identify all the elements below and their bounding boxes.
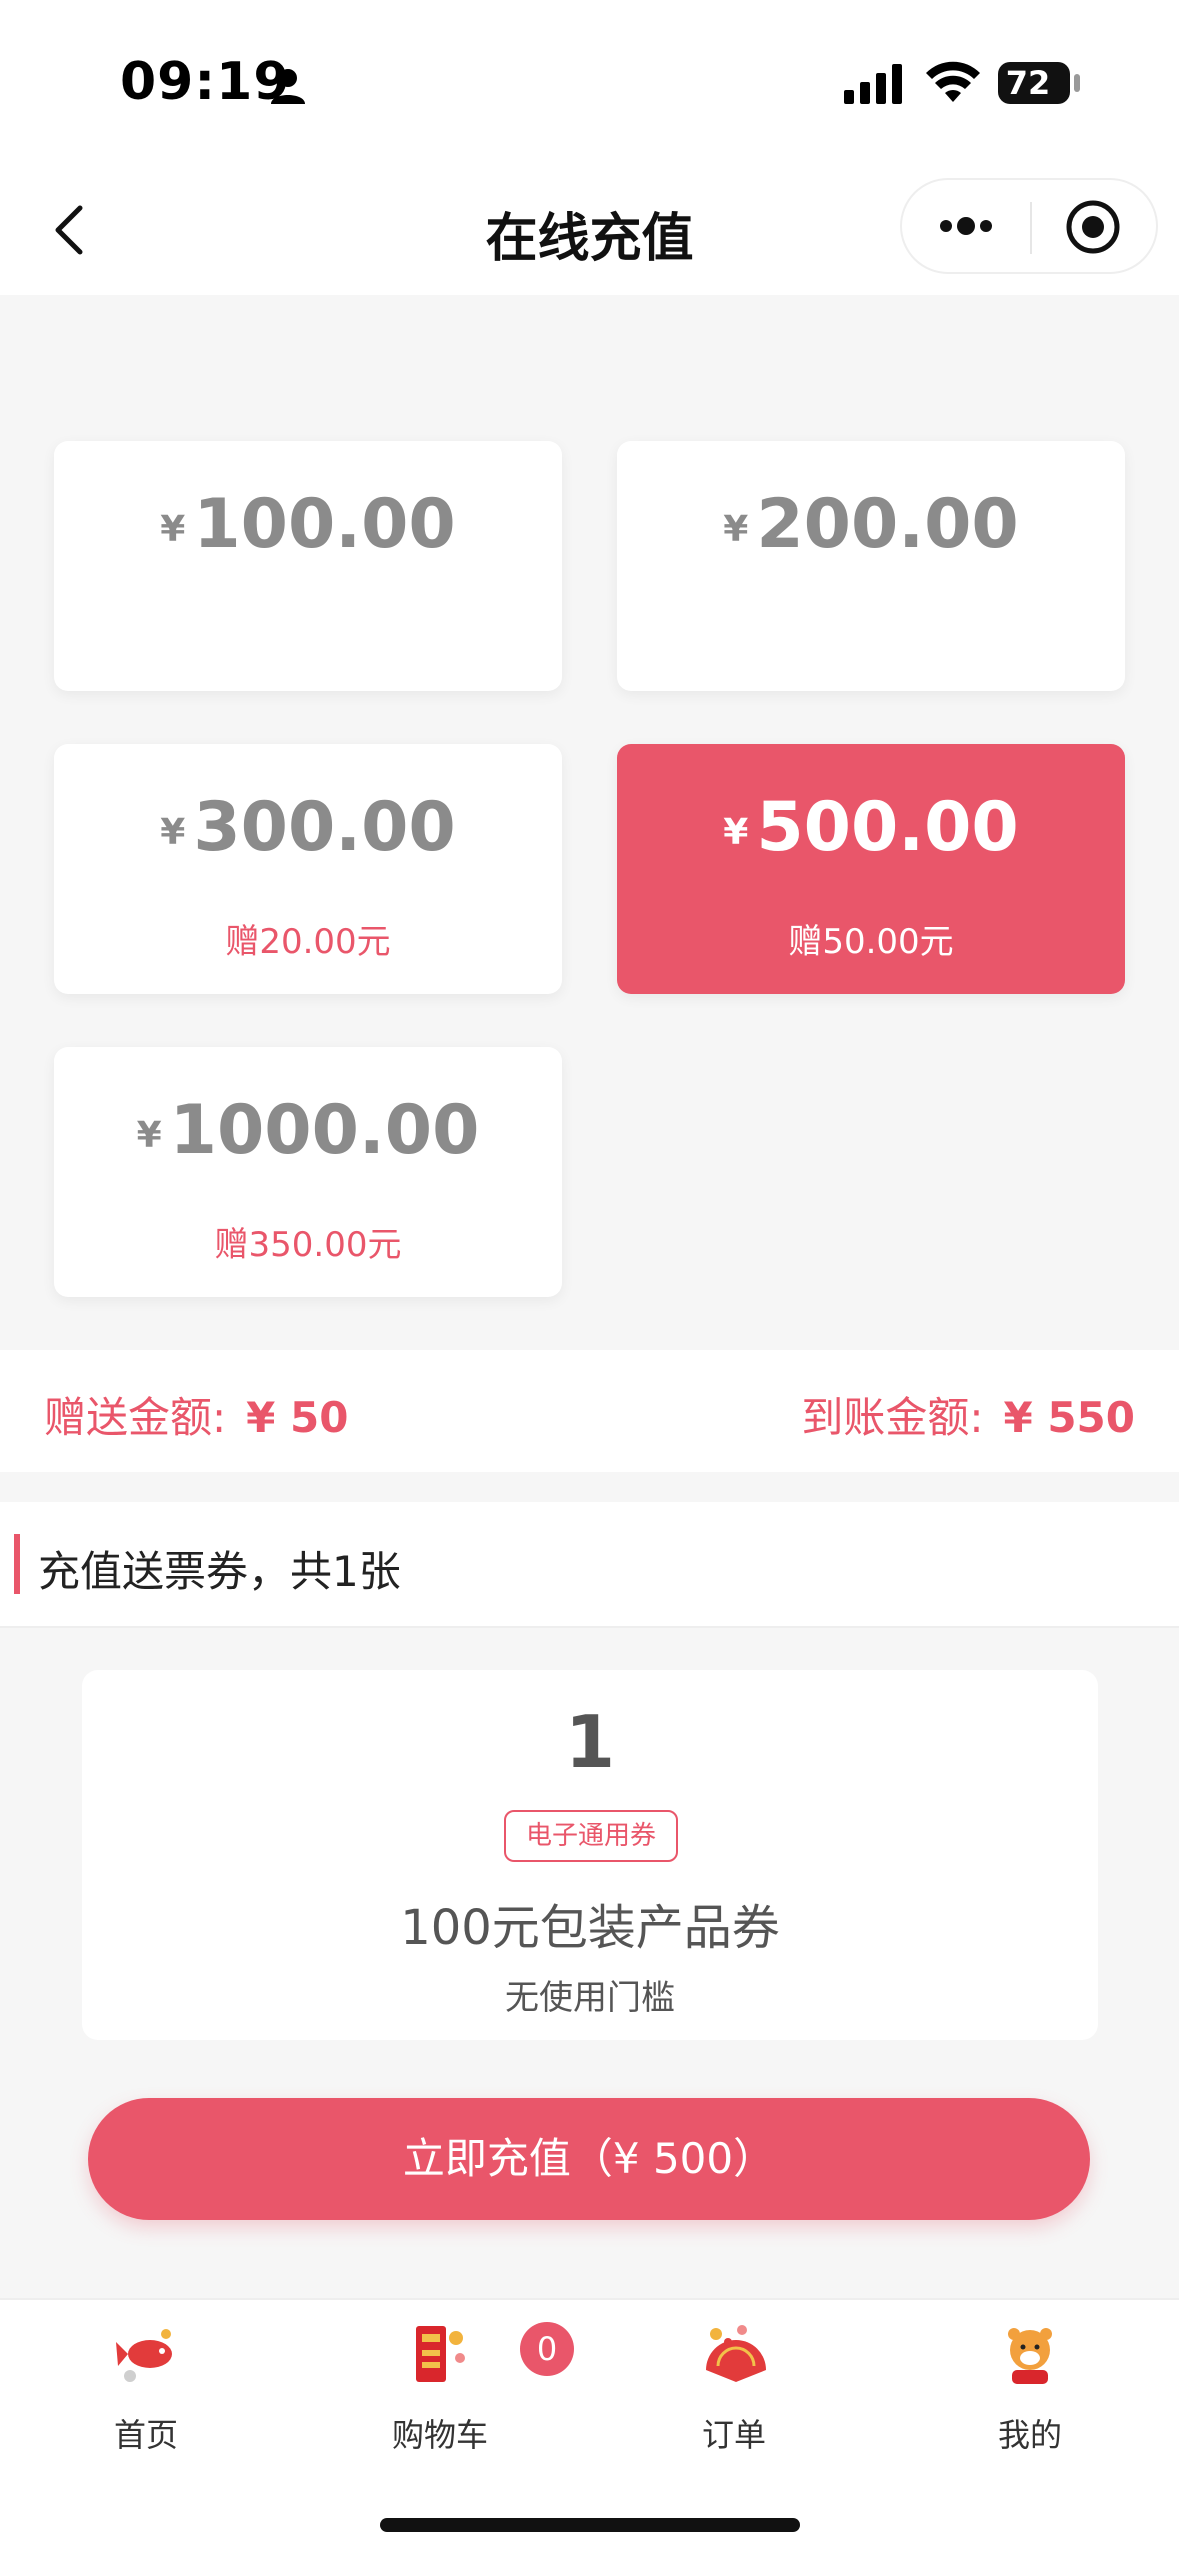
status-bar: 09:19 72 (0, 0, 1179, 160)
currency-symbol: ¥ (723, 509, 749, 550)
battery-tip (1074, 74, 1080, 92)
tab-home[interactable]: 首页 (46, 2300, 246, 2460)
amount-text: ¥1000.00 (54, 1091, 562, 1170)
amount-text: ¥300.00 (54, 788, 562, 867)
currency-symbol: ¥ (160, 812, 186, 853)
tab-orders-label: 订单 (701, 2416, 766, 2454)
capsule-divider (1030, 202, 1032, 254)
currency-symbol: ¥ (136, 1115, 162, 1156)
amount-value: 200.00 (756, 485, 1019, 564)
tab-mine-label: 我的 (997, 2416, 1062, 2454)
tab-cart-label: 购物车 (391, 2416, 488, 2454)
amount-card-1000[interactable]: ¥1000.00 赠350.00元 (54, 1047, 562, 1297)
battery-level: 72 (1005, 64, 1051, 102)
mine-tiger-icon (1008, 2328, 1052, 2384)
close-target-icon[interactable] (1064, 198, 1122, 256)
wifi-icon (926, 61, 980, 102)
coupon-card: 1 电子通用券 100元包装产品券 无使用门槛 (82, 1670, 1098, 2040)
amount-card-200[interactable]: ¥200.00 (617, 441, 1125, 691)
home-fish-icon (116, 2329, 172, 2382)
arrive-summary-label: 到账金额: (801, 1393, 984, 1442)
tab-mine[interactable]: 我的 (930, 2300, 1130, 2460)
coupon-description: 无使用门槛 (505, 1978, 675, 2018)
order-fan-icon (706, 2325, 766, 2382)
recharge-button[interactable]: 立即充值（¥ 500） (88, 2098, 1090, 2220)
miniprogram-capsule (900, 178, 1158, 274)
arrive-summary: 到账金额: ¥ 550 (801, 1384, 1135, 1445)
amount-card-500-selected[interactable]: ¥500.00 赠50.00元 (617, 744, 1125, 994)
coupon-section-title: 充值送票券，共1张 (38, 1547, 401, 1596)
amount-text: ¥100.00 (54, 485, 562, 564)
person-icon (271, 69, 305, 104)
arrive-summary-value: ¥ 550 (1003, 1393, 1135, 1442)
bonus-text: 赠50.00元 (788, 922, 954, 962)
more-dots-icon[interactable] (936, 206, 996, 246)
tab-cart[interactable]: 购物车 (340, 2300, 540, 2460)
currency-symbol: ¥ (160, 509, 186, 550)
status-time: 09:19 (120, 52, 291, 112)
coupon-section-header: 充值送票券，共1张 (0, 1502, 1179, 1628)
amount-text: ¥500.00 (617, 788, 1125, 867)
summary-row: 赠送金额: ¥ 50 到账金额: ¥ 550 (0, 1350, 1179, 1472)
coupon-count: 1 (564, 1700, 616, 1784)
bonus-text: 赠350.00元 (214, 1225, 402, 1265)
tab-orders[interactable]: 订单 (634, 2300, 834, 2460)
signal-icon (844, 64, 902, 104)
amount-value: 100.00 (193, 485, 456, 564)
tab-home-label: 首页 (113, 2416, 178, 2454)
nav-bar: 在线充值 (0, 160, 1179, 295)
coupon-type-tag: 电子通用券 (504, 1810, 678, 1862)
section-accent-bar (14, 1534, 20, 1594)
currency-symbol: ¥ (723, 812, 749, 853)
amount-value: 300.00 (193, 788, 456, 867)
amount-card-300[interactable]: ¥300.00 赠20.00元 (54, 744, 562, 994)
amount-value: 500.00 (756, 788, 1019, 867)
bonus-summary-value: ¥ 50 (246, 1393, 349, 1442)
home-indicator[interactable] (380, 2518, 800, 2532)
cart-envelope-icon (416, 2326, 465, 2382)
coupon-name: 100元包装产品券 (400, 1900, 780, 1956)
bonus-summary: 赠送金额: ¥ 50 (44, 1384, 348, 1445)
amount-text: ¥200.00 (617, 485, 1125, 564)
amount-value: 1000.00 (169, 1091, 480, 1170)
back-arrow-icon[interactable] (46, 200, 106, 260)
cart-badge: 0 (520, 2322, 574, 2376)
bonus-summary-label: 赠送金额: (44, 1393, 227, 1442)
amount-card-100[interactable]: ¥100.00 (54, 441, 562, 691)
battery-icon: 72 (998, 62, 1070, 104)
bonus-text: 赠20.00元 (225, 922, 391, 962)
